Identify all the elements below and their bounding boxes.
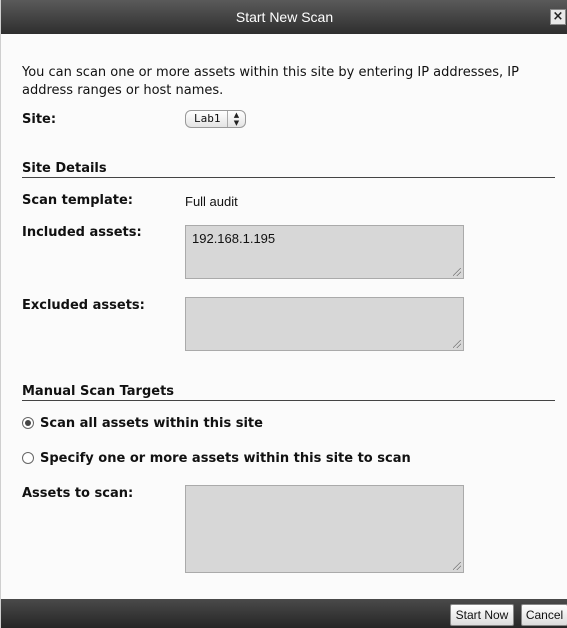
assets-to-scan-field[interactable] (185, 485, 464, 573)
close-icon[interactable]: × (550, 9, 566, 25)
manual-targets-heading: Manual Scan Targets (22, 384, 175, 399)
site-label: Site: (22, 112, 57, 127)
included-assets-label: Included assets: (22, 225, 142, 240)
dialog-titlebar: Start New Scan × (1, 0, 567, 34)
excluded-assets-field[interactable] (185, 297, 464, 351)
radio-specify-label: Specify one or more assets within this s… (40, 451, 411, 466)
radio-unchecked-icon[interactable] (22, 452, 34, 464)
site-details-heading: Site Details (22, 161, 107, 176)
resize-grip-icon[interactable] (453, 340, 461, 348)
radio-scan-all-label: Scan all assets within this site (40, 416, 263, 431)
radio-checked-icon[interactable] (22, 417, 34, 429)
dialog-title: Start New Scan (235, 9, 334, 25)
included-assets-field[interactable]: 192.168.1.195 (185, 225, 464, 279)
start-scan-dialog: Start New Scan × You can scan one or mor… (0, 0, 567, 628)
start-now-button[interactable]: Start Now (450, 604, 514, 626)
site-select-value: Lab1 (194, 112, 221, 125)
cancel-button[interactable]: Cancel (521, 604, 567, 626)
select-arrows-icon: ▲ ▼ (227, 111, 245, 127)
resize-grip-icon[interactable] (453, 268, 461, 276)
radio-scan-all[interactable]: Scan all assets within this site (22, 416, 263, 431)
excluded-assets-label: Excluded assets: (22, 298, 145, 313)
intro-text: You can scan one or more assets within t… (22, 65, 519, 98)
scan-template-value: Full audit (185, 194, 238, 209)
section-divider (22, 400, 555, 401)
resize-grip-icon[interactable] (453, 562, 461, 570)
dialog-footer: Start Now Cancel (1, 599, 567, 628)
site-select[interactable]: Lab1 ▲ ▼ (185, 110, 246, 128)
included-assets-value: 192.168.1.195 (192, 231, 276, 246)
scan-template-label: Scan template: (22, 193, 133, 208)
assets-to-scan-label: Assets to scan: (22, 486, 134, 501)
radio-specify[interactable]: Specify one or more assets within this s… (22, 451, 411, 466)
section-divider (22, 177, 555, 178)
